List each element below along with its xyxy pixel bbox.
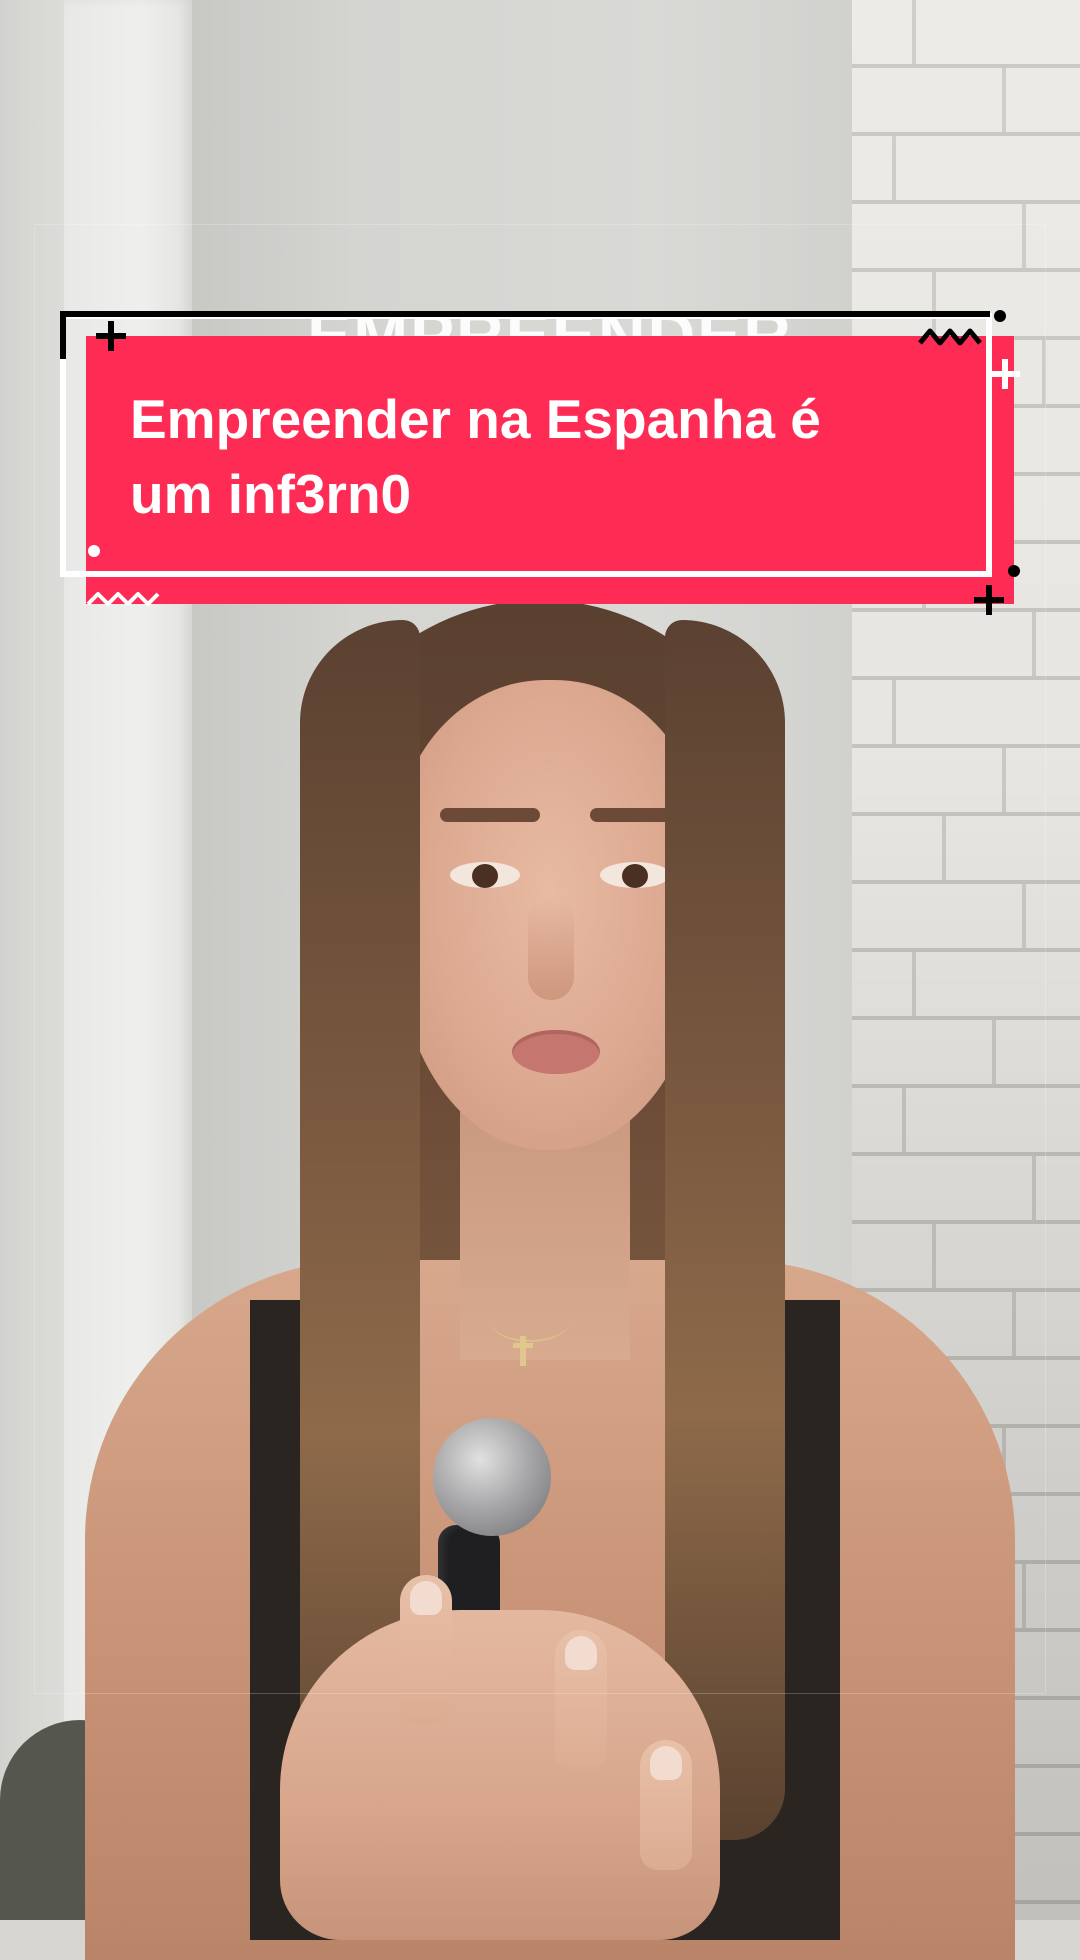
hair-strand-right <box>665 620 785 1840</box>
microphone-windscreen <box>433 1418 551 1536</box>
left-eyebrow <box>440 808 540 822</box>
fingernail <box>565 1636 597 1670</box>
cross-pendant <box>513 1336 533 1366</box>
caption-frame <box>60 313 992 577</box>
zigzag-icon <box>86 592 160 606</box>
finger <box>400 1575 452 1725</box>
nose <box>528 900 574 1000</box>
finger <box>640 1740 692 1870</box>
speaker <box>0 0 1080 1960</box>
plus-icon <box>974 585 1004 615</box>
caption-frame-side-accent <box>60 311 66 359</box>
dot-icon <box>88 545 100 557</box>
mouth <box>512 1030 600 1074</box>
caption-frame-top-accent <box>60 311 990 317</box>
plus-icon <box>96 321 126 351</box>
necklace <box>490 1300 570 1342</box>
dot-icon <box>994 310 1006 322</box>
dot-icon <box>1008 565 1020 577</box>
left-eye <box>450 862 520 888</box>
fingernail <box>650 1746 682 1780</box>
plus-icon <box>990 359 1020 389</box>
finger <box>555 1630 607 1770</box>
zigzag-icon <box>918 328 982 346</box>
fingernail <box>410 1581 442 1615</box>
right-eye <box>600 862 670 888</box>
